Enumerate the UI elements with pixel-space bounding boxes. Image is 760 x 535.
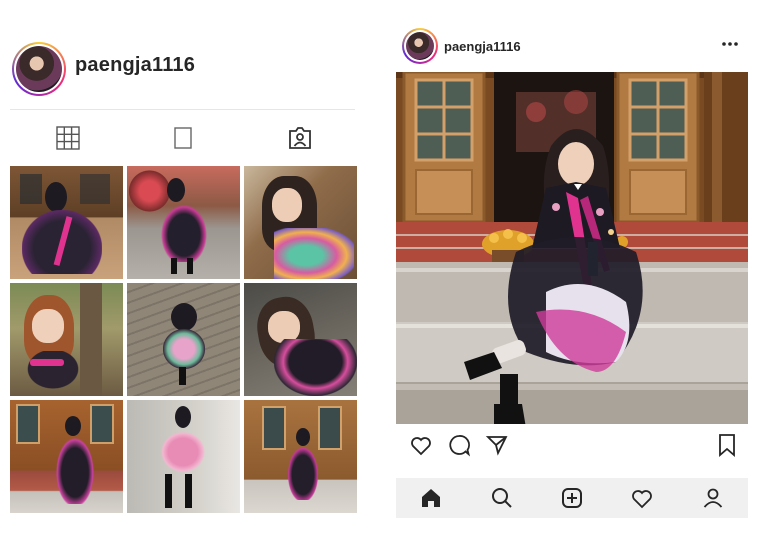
grid-photo[interactable] [127, 166, 240, 279]
grid-photo[interactable] [244, 400, 357, 513]
heart-icon[interactable] [627, 483, 657, 513]
square-icon[interactable] [167, 122, 199, 154]
share-icon[interactable] [482, 430, 512, 460]
more-icon[interactable] [720, 36, 740, 52]
grid-icon[interactable] [52, 122, 84, 154]
tagged-icon[interactable] [284, 122, 316, 154]
grid-photo[interactable] [10, 283, 123, 396]
profile-panel: paengja1116 [10, 36, 357, 516]
profile-icon[interactable] [698, 483, 728, 513]
heart-icon[interactable] [406, 430, 436, 460]
avatar[interactable] [12, 42, 66, 96]
bookmark-icon[interactable] [712, 430, 742, 460]
home-icon[interactable] [416, 483, 446, 513]
comment-icon[interactable] [444, 430, 474, 460]
grid-photo[interactable] [10, 166, 123, 279]
profile-username[interactable]: paengja1116 [75, 54, 195, 77]
post-photo[interactable] [396, 72, 748, 424]
profile-header: paengja1116 [10, 36, 355, 102]
bottom-nav [396, 478, 748, 518]
add-icon[interactable] [557, 483, 587, 513]
photo-grid [10, 166, 357, 513]
grid-photo[interactable] [127, 400, 240, 513]
search-icon[interactable] [487, 483, 517, 513]
grid-photo[interactable] [10, 400, 123, 513]
post-actions [396, 430, 748, 464]
grid-photo[interactable] [244, 283, 357, 396]
divider [10, 109, 355, 110]
profile-tabs [10, 122, 355, 154]
grid-photo[interactable] [244, 166, 357, 279]
grid-photo[interactable] [127, 283, 240, 396]
post-panel: paengja1116 [396, 24, 748, 518]
post-avatar[interactable] [402, 28, 438, 64]
post-username[interactable]: paengja1116 [444, 39, 521, 54]
